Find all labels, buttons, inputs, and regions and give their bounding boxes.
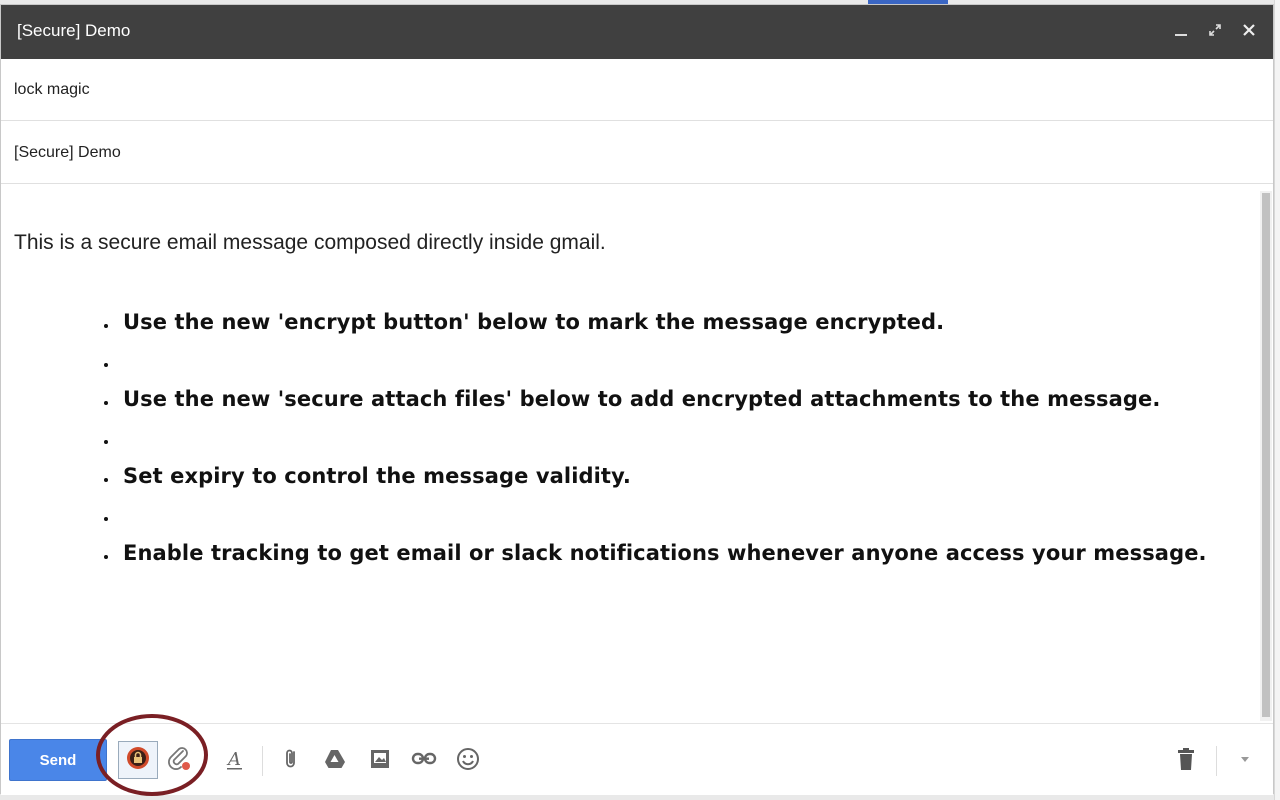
bullet-item: Set expiry to control the message validi… [99,457,1207,496]
body-intro: This is a secure email message composed … [14,231,606,254]
svg-text:A: A [226,749,241,770]
bullet-item: Enable tracking to get email or slack no… [99,534,1207,573]
send-button[interactable]: Send [9,739,107,781]
more-options-icon[interactable] [1230,744,1260,774]
to-recipient: lock magic [14,81,90,98]
encrypt-lock-icon [126,746,150,775]
to-field[interactable]: lock magic [1,59,1273,121]
formatting-icon[interactable]: A [220,744,250,774]
body-bullet-list: Use the new 'encrypt button' below to ma… [99,303,1207,573]
body-scrollbar[interactable] [1260,191,1272,721]
compose-toolbar: Send A [1,723,1273,795]
photo-icon[interactable] [365,744,395,774]
subject-value: [Secure] Demo [14,144,121,161]
drive-icon[interactable] [320,744,350,774]
toolbar-divider [1216,746,1217,776]
window-controls [1171,19,1259,41]
encrypt-button[interactable] [118,741,158,779]
close-icon[interactable] [1239,19,1259,41]
bullet-item [99,496,1207,535]
subject-field[interactable]: [Secure] Demo [1,122,1273,184]
compose-window: [Secure] Demo lock magic [Secure] Demo T… [0,4,1274,795]
bullet-item [99,342,1207,381]
emoji-icon[interactable] [453,744,483,774]
toolbar-divider [262,746,263,776]
attach-icon[interactable] [276,744,306,774]
message-body[interactable]: This is a secure email message composed … [1,185,1257,720]
bullet-item [99,419,1207,458]
compose-titlebar[interactable]: [Secure] Demo [1,5,1273,59]
secure-attach-icon[interactable] [164,744,194,774]
bullet-item: Use the new 'encrypt button' below to ma… [99,303,1207,342]
minimize-icon[interactable] [1171,19,1191,41]
trash-icon[interactable] [1171,744,1201,774]
bullet-item: Use the new 'secure attach files' below … [99,380,1207,419]
background-inbox-edge [1274,0,1280,800]
scrollbar-thumb[interactable] [1262,193,1270,717]
pop-out-icon[interactable] [1205,19,1225,41]
link-icon[interactable] [409,744,439,774]
compose-title: [Secure] Demo [17,21,131,40]
